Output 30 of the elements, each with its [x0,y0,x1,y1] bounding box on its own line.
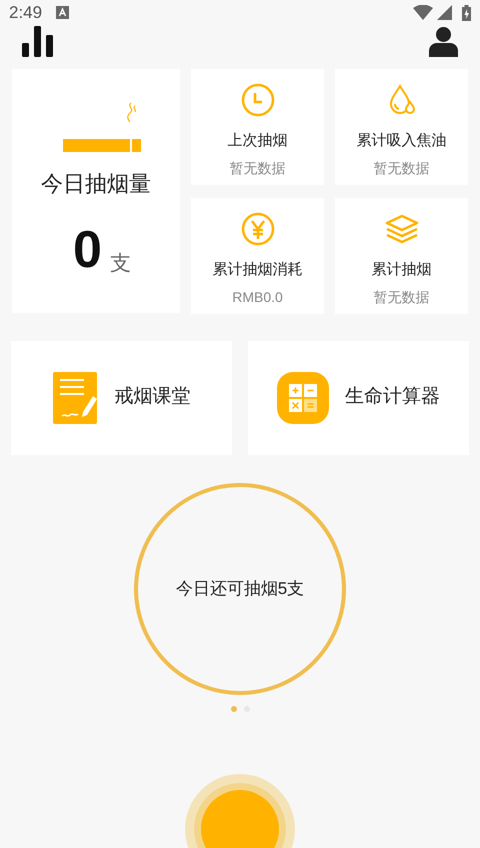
tool-label: 戒烟课堂 [114,385,190,410]
notepad-pencil-icon [52,372,98,424]
remaining-text: 今日还可抽烟5支 [176,578,304,600]
stat-value: 暂无数据 [230,159,286,178]
stat-value: 暂无数据 [374,159,430,178]
tool-card[interactable]: 生命计算器 [248,340,469,454]
bar-chart-icon[interactable] [22,26,54,58]
clock-icon [240,82,274,116]
wifi-icon [413,5,433,20]
tool-card[interactable]: 戒烟课堂 [11,340,232,454]
stat-value: 暂无数据 [374,288,430,307]
stat-title: 上次抽烟 [228,130,288,150]
count-unit: 支 [110,252,131,274]
user-icon[interactable] [429,26,458,56]
stat-title: 累计抽烟消耗 [212,260,302,280]
signal-icon [437,5,452,20]
tool-label: 生命计算器 [345,385,440,410]
cigarette-icon [63,100,141,152]
layers-icon [384,214,418,244]
stat-title: 累计吸入焦油 [356,130,446,150]
stat-value: RMB0.0 [232,288,283,307]
drops-icon [388,84,416,116]
yen-coin-icon [240,212,274,246]
stat-title: 累计抽烟 [372,260,432,280]
battery-charging-icon [462,4,471,21]
today-smoking-title: 今日抽烟量 [41,170,151,198]
status-time: 2:49 [9,2,42,24]
calculator-icon [277,372,329,424]
keyboard-notification-icon [56,6,70,20]
today-count: 0 [73,224,102,276]
